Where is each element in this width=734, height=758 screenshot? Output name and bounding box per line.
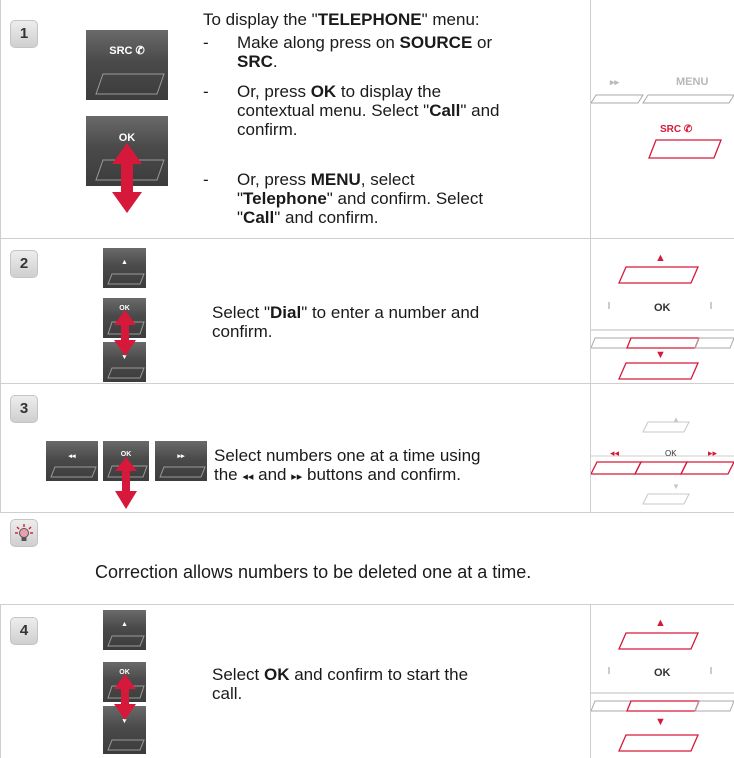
rewind-icon: ◂◂ [242, 471, 254, 483]
step-number-3: 3 [10, 395, 38, 423]
button-slot-shape [95, 73, 165, 95]
lightbulb-icon [10, 519, 38, 547]
rewind-button-illustration: ◂◂ [46, 441, 98, 481]
down-icon: ▼ [655, 716, 666, 728]
menu-label: MENU [676, 76, 709, 88]
up-button-illustration: ▲ [103, 248, 146, 288]
step-number-2: 2 [10, 250, 38, 278]
step3-text: Select numbers one at a time using the ◂… [214, 446, 481, 484]
src-label: SRC ✆ [660, 124, 693, 135]
ff-icon: ▸▸ [610, 77, 620, 87]
forward-icon: ▸▸ [291, 471, 303, 483]
step4-text: Select OK and confirm to start the call. [212, 665, 469, 703]
down-icon: ▼ [655, 349, 666, 361]
press-arrow-icon [95, 143, 165, 213]
press-arrow-icon [107, 310, 145, 356]
up-icon: ▲ [655, 617, 666, 629]
up-icon: ▲ [655, 252, 666, 264]
press-arrow-icon [107, 674, 145, 720]
step1-control-panel [591, 94, 734, 159]
step-number-4: 4 [10, 617, 38, 645]
src-button-illustration: SRC ✆ [86, 30, 168, 100]
up-button-illustration: ▲ [103, 610, 146, 650]
step-number-1: 1 [10, 20, 38, 48]
forward-icon: ▸▸ [708, 448, 718, 458]
step1-bullet-3: - Or, press MENU, select "Telephone" and… [203, 170, 484, 227]
down-icon: ▼ [672, 482, 680, 491]
press-arrow-icon [107, 457, 148, 509]
step1-bullet-1: - Make along press on SOURCE or SRC. [203, 33, 493, 71]
step1-bullet-2: - Or, press OK to display the contextual… [203, 82, 500, 139]
step2-text: Select "Dial" to enter a number and conf… [212, 303, 480, 341]
up-icon: ▲ [672, 415, 680, 424]
ok-label: OK [654, 667, 671, 679]
rewind-icon: ◂◂ [610, 448, 620, 458]
forward-button-illustration: ▸▸ [155, 441, 207, 481]
step1-intro: To display the "TELEPHONE" menu: [203, 10, 480, 29]
tip-text: Correction allows numbers to be deleted … [95, 562, 532, 582]
ok-label: OK [654, 302, 671, 314]
ok-label: OK [665, 449, 677, 458]
